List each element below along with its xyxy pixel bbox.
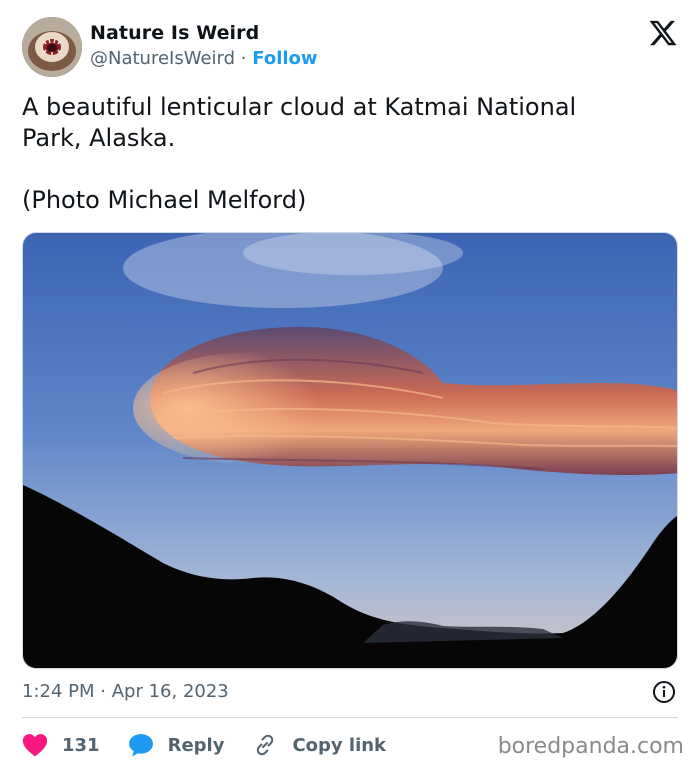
- heart-icon: [22, 734, 48, 757]
- tweet-time: 1:24 PM: [22, 681, 95, 702]
- like-count: 131: [62, 734, 100, 756]
- action-bar: 131 Reply Copy link: [22, 730, 414, 760]
- copy-link-label: Copy link: [292, 734, 387, 756]
- watermark: boredpanda.com: [497, 734, 684, 759]
- divider: [22, 717, 678, 718]
- copy-link-button[interactable]: Copy link: [252, 733, 386, 757]
- handle-separator: ·: [240, 48, 247, 69]
- tweet-text-line: (Photo Michael Melford): [22, 186, 307, 214]
- author-handle-row: @NatureIsWeird · Follow: [90, 48, 318, 69]
- like-button[interactable]: 131: [22, 733, 100, 757]
- tweet-text-line: A beautiful lenticular cloud at Katmai N…: [22, 93, 577, 121]
- author-handle[interactable]: @NatureIsWeird: [90, 48, 235, 69]
- reply-label: Reply: [167, 734, 225, 756]
- photo-image: [23, 233, 677, 668]
- follow-button[interactable]: Follow: [252, 48, 317, 69]
- tweet-date: Apr 16, 2023: [111, 681, 229, 702]
- info-icon[interactable]: [652, 680, 676, 704]
- reply-button[interactable]: Reply: [128, 733, 225, 757]
- author-name[interactable]: Nature Is Weird: [90, 22, 259, 44]
- tweet-timestamp[interactable]: 1:24 PM · Apr 16, 2023: [22, 681, 229, 702]
- author-avatar[interactable]: [22, 17, 82, 77]
- link-icon: [257, 734, 274, 756]
- tweet-card: Nature Is Weird @NatureIsWeird · Follow …: [0, 0, 700, 771]
- tweet-text-line: Park, Alaska.: [22, 124, 176, 152]
- reply-bubble-icon: [128, 734, 153, 757]
- tweet-photo[interactable]: [22, 232, 678, 669]
- x-logo-icon[interactable]: [648, 18, 678, 48]
- tweet-text: A beautiful lenticular cloud at Katmai N…: [22, 92, 662, 216]
- timestamp-separator: ·: [100, 681, 106, 702]
